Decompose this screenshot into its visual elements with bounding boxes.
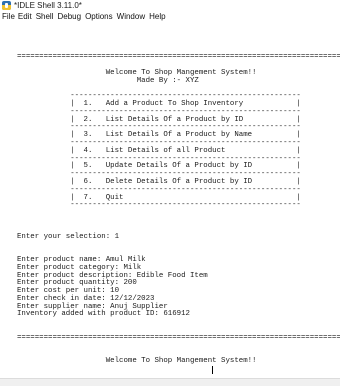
shell-line: Enter product category: Milk	[17, 263, 142, 272]
text-cursor	[212, 366, 213, 374]
menu-shell[interactable]: Shell	[36, 11, 54, 23]
menu-options[interactable]: Options	[85, 11, 113, 23]
shell-line: | 6. Delete Details Of a Product by ID |	[17, 177, 301, 186]
menu-help[interactable]: Help	[149, 11, 165, 23]
shell-line: Inventory added with product ID: 616912	[17, 310, 190, 319]
title-bar: *IDLE Shell 3.11.0*	[0, 0, 340, 11]
window-title: *IDLE Shell 3.11.0*	[14, 1, 82, 10]
shell-line: ========================================…	[17, 53, 340, 62]
shell-line: | 4. List Details of all Product |	[17, 146, 301, 155]
shell-line: ----------------------------------------…	[17, 92, 301, 101]
shell-line: ----------------------------------------…	[17, 107, 301, 116]
shell-line: Made By :- XYZ	[17, 76, 199, 85]
menu-edit[interactable]: Edit	[18, 11, 32, 23]
shell-line: Enter your selection: 1	[17, 232, 120, 241]
shell-line: Enter product quantity: 200	[17, 279, 137, 288]
shell-output-area[interactable]: ========================================…	[0, 23, 340, 386]
shell-line: ========================================…	[17, 333, 340, 342]
shell-line: Enter product name: Amul Milk	[17, 255, 146, 264]
shell-line: | 1. Add a Product To Shop Inventory |	[17, 99, 301, 108]
shell-line: Welcome To Shop Mangement System!!	[17, 68, 257, 77]
menu-bar: File Edit Shell Debug Options Window Hel…	[0, 11, 340, 23]
horizontal-scrollbar[interactable]	[0, 378, 340, 386]
shell-line: Enter cost per unit: 10	[17, 287, 120, 296]
shell-line: ----------------------------------------…	[17, 170, 301, 179]
shell-output-text: ========================================…	[17, 23, 340, 366]
shell-line: | 2. List Details Of a Product by ID |	[17, 115, 301, 124]
shell-line: | 7. Quit |	[17, 193, 301, 202]
menu-debug[interactable]: Debug	[57, 11, 81, 23]
shell-line: ----------------------------------------…	[17, 154, 301, 163]
shell-line: ----------------------------------------…	[17, 201, 301, 210]
shell-line: | 3. List Details Of a Product by Name |	[17, 131, 301, 140]
shell-line: Enter product description: Edible Food I…	[17, 271, 208, 280]
shell-line: Welcome To Shop Mangement System!!	[17, 357, 257, 366]
idle-python-icon	[2, 1, 11, 10]
shell-line: | 5. Update Details Of a Product by ID |	[17, 162, 301, 171]
menu-window[interactable]: Window	[117, 11, 145, 23]
shell-line: ----------------------------------------…	[17, 123, 301, 132]
menu-file[interactable]: File	[2, 11, 15, 23]
shell-line: Enter check in date: 12/12/2023	[17, 294, 155, 303]
shell-line: ----------------------------------------…	[17, 138, 301, 147]
shell-line: Enter supplier name: Anuj Supplier	[17, 302, 168, 311]
shell-line: ----------------------------------------…	[17, 185, 301, 194]
